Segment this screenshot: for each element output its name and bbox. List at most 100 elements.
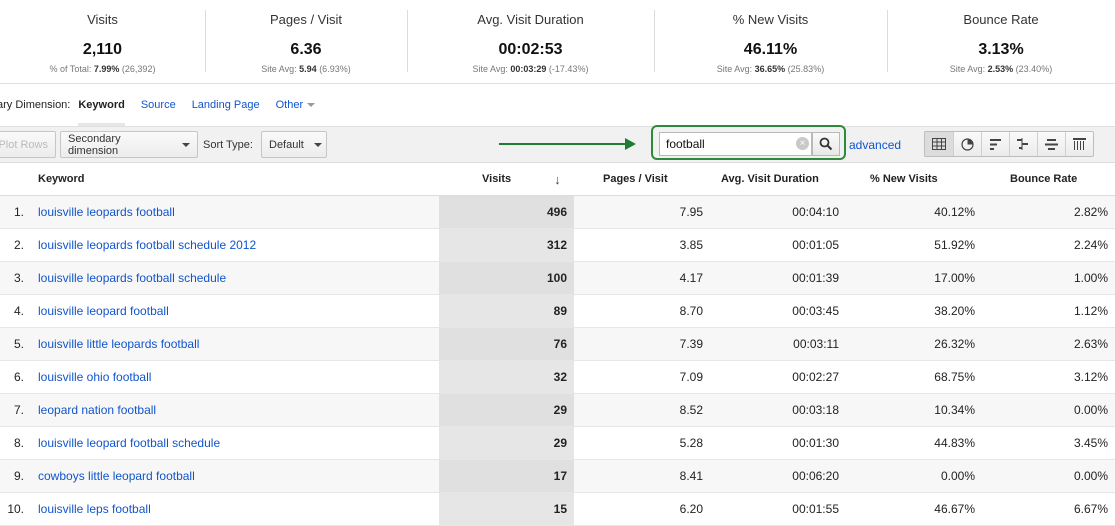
metric-bounce-rate[interactable]: Bounce Rate 3.13% Site Avg: 2.53% (23.40… [887, 0, 1115, 83]
keyword-link[interactable]: cowboys little leopard football [38, 469, 195, 483]
dimension-other-dropdown[interactable]: Other [276, 99, 316, 111]
primary-dimension-bar: ary Dimension: Keyword Source Landing Pa… [0, 84, 1115, 126]
dimension-keyword[interactable]: Keyword [78, 99, 126, 126]
keyword-cell: louisville little leopards football [38, 328, 439, 360]
keyword-column-header[interactable]: Keyword [38, 163, 439, 195]
keyword-link[interactable]: louisville leopard football schedule [38, 436, 220, 450]
keyword-cell: louisville leopards football schedule 20… [38, 229, 439, 261]
new-visits-column-header[interactable]: % New Visits [840, 163, 976, 195]
duration-cell: 00:03:11 [793, 337, 839, 351]
search-button[interactable] [812, 132, 840, 156]
keyword-link[interactable]: leopard nation football [38, 403, 156, 417]
metric-subtext: Site Avg: 5.94 (6.93%) [261, 64, 351, 74]
metric-new-visits[interactable]: % New Visits 46.11% Site Avg: 36.65% (25… [654, 0, 887, 83]
bounce-rate-cell: 3.12% [1073, 370, 1108, 384]
pie-view-icon[interactable] [953, 132, 981, 156]
dimension-landing-page[interactable]: Landing Page [192, 99, 260, 111]
keyword-link[interactable]: louisville leopards football schedule [38, 271, 226, 285]
sort-type-dropdown[interactable]: Default [261, 131, 327, 158]
metric-value: 46.11% [743, 41, 798, 58]
visits-cell: 15 [439, 493, 574, 525]
table-row: 10. louisville leps football 15 6.20 00:01:5… [0, 493, 1115, 526]
pages-per-visit-column-header[interactable]: Pages / Visit [574, 163, 704, 195]
duration-cell: 00:03:18 [792, 403, 839, 417]
pages-per-visit-cell: 4.17 [679, 271, 703, 285]
table-row: 9. cowboys little leopard football 17 8.41 0… [0, 460, 1115, 493]
new-visits-cell: 38.20% [934, 304, 975, 318]
dimension-source[interactable]: Source [141, 99, 176, 111]
metric-label: Bounce Rate [963, 12, 1039, 27]
keyword-link[interactable]: louisville little leopards football [38, 337, 199, 351]
pages-per-visit-cell: 7.95 [679, 205, 703, 219]
search-input[interactable] [659, 132, 812, 156]
new-visits-cell: 10.34% [934, 403, 975, 417]
metric-label: Visits [87, 12, 118, 27]
row-index: 6. [13, 370, 24, 384]
keyword-cell: louisville leps football [38, 493, 439, 525]
bounce-rate-cell: 3.45% [1073, 436, 1108, 450]
row-index: 2. [13, 238, 24, 252]
keyword-cell: louisville ohio football [38, 361, 439, 393]
metric-label: % New Visits [732, 12, 809, 27]
keyword-cell: cowboys little leopard football [38, 460, 439, 492]
duration-cell: 00:03:45 [792, 304, 839, 318]
plot-rows-button[interactable]: Plot Rows [0, 131, 56, 158]
keyword-cell: louisville leopards football schedule [38, 262, 439, 294]
pages-per-visit-cell: 3.85 [679, 238, 703, 252]
visits-column-header[interactable]: Visits ↓ [439, 163, 574, 195]
search-icon [819, 137, 833, 151]
table-row: 1. louisville leopards football 496 7.95 00:… [0, 196, 1115, 229]
bounce-rate-cell: 2.24% [1073, 238, 1108, 252]
bounce-rate-cell: 1.00% [1073, 271, 1108, 285]
primary-dimension-label: ary Dimension: [0, 99, 71, 111]
chevron-down-icon [313, 142, 322, 147]
metric-label: Pages / Visit [269, 12, 343, 27]
visits-cell: 32 [439, 361, 574, 393]
visits-cell: 29 [439, 394, 574, 426]
duration-column-header[interactable]: Avg. Visit Duration [704, 163, 840, 195]
advanced-filter-link[interactable]: advanced [849, 138, 901, 152]
pages-per-visit-cell: 6.20 [679, 502, 703, 516]
pivot-view-icon[interactable] [1065, 132, 1093, 156]
annotation-arrow-head [625, 138, 636, 150]
performance-view-icon[interactable] [981, 132, 1009, 156]
summary-metrics: Visits 2,110 % of Total: 7.99% (26,392) … [0, 0, 1115, 84]
chevron-down-icon [307, 103, 316, 108]
row-index: 3. [13, 271, 24, 285]
metric-value: 2,110 [82, 41, 123, 58]
bounce-rate-cell: 0.00% [1073, 403, 1108, 417]
annotation-arrow [499, 143, 627, 145]
bounce-rate-column-header[interactable]: Bounce Rate [976, 163, 1112, 195]
visits-cell: 29 [439, 427, 574, 459]
row-index: 9. [13, 469, 24, 483]
metric-subtext: Site Avg: 2.53% (23.40%) [949, 64, 1053, 74]
keyword-link[interactable]: louisville leopard football [38, 304, 169, 318]
bounce-rate-cell: 2.63% [1073, 337, 1108, 351]
bounce-rate-cell: 1.12% [1073, 304, 1108, 318]
keyword-cell: louisville leopards football [38, 196, 439, 228]
metric-subtext: % of Total: 7.99% (26,392) [49, 64, 156, 74]
keyword-cell: louisville leopard football schedule [38, 427, 439, 459]
table-header: Keyword Visits ↓ Pages / Visit Avg. Visit… [0, 163, 1115, 196]
comparison-view-icon[interactable] [1009, 132, 1037, 156]
metric-avg-visit-duration[interactable]: Avg. Visit Duration 00:02:53 Site Avg: 0… [407, 0, 654, 83]
metric-pages-per-visit[interactable]: Pages / Visit 6.36 Site Avg: 5.94 (6.93%… [205, 0, 407, 83]
visits-cell: 89 [439, 295, 574, 327]
row-index: 7. [13, 403, 24, 417]
view-switcher [924, 131, 1094, 157]
clear-icon[interactable]: × [796, 137, 809, 150]
table-row: 5. louisville little leopards football 76 7… [0, 328, 1115, 361]
keyword-link[interactable]: louisville ohio football [38, 370, 151, 384]
metric-value: 6.36 [290, 41, 322, 58]
keyword-link[interactable]: louisville leps football [38, 502, 151, 516]
table-view-icon[interactable] [925, 132, 953, 156]
keyword-link[interactable]: louisville leopards football [38, 205, 175, 219]
term-cloud-view-icon[interactable] [1037, 132, 1065, 156]
keyword-link[interactable]: louisville leopards football schedule 20… [38, 238, 256, 252]
duration-cell: 00:02:27 [792, 370, 839, 384]
visits-cell: 496 [439, 196, 574, 228]
secondary-dimension-dropdown[interactable]: Secondary dimension [60, 131, 198, 158]
table-row: 6. louisville ohio football 32 7.09 00:02:27… [0, 361, 1115, 394]
metric-visits[interactable]: Visits 2,110 % of Total: 7.99% (26,392) [0, 0, 205, 83]
metric-subtext: Site Avg: 00:03:29 (-17.43%) [472, 64, 589, 74]
